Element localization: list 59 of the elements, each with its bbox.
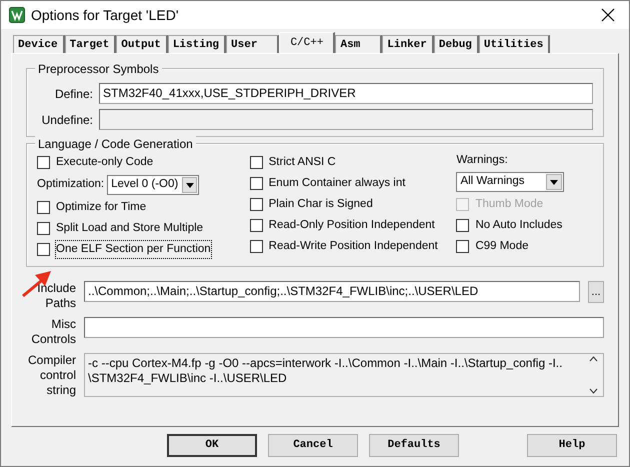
checkbox[interactable] [37,222,50,235]
window-title: Options for Target 'LED' [31,6,178,25]
tab[interactable]: Linker [382,35,434,53]
checkbox-label: Execute-only Code [56,154,154,170]
optimization-label: Optimization: [37,177,104,192]
checkbox[interactable] [250,156,263,169]
tab[interactable]: User [226,35,280,53]
tab[interactable]: Device [13,35,65,53]
checkbox-label: Strict ANSI C [268,154,336,170]
checkbox-label: Read-Write Position Independent [268,238,438,254]
define-label: Define: [54,86,93,102]
checkbox-label: Enum Container always int [268,176,406,191]
dialog-button[interactable]: OK [167,434,257,457]
checkbox-label: No Auto Includes [475,218,562,233]
checkbox-label: Thumb Mode [475,196,544,212]
checkbox-label: Optimize for Time [56,200,146,215]
close-icon[interactable] [601,8,615,22]
tab[interactable]: Target [64,35,116,53]
tab[interactable]: Asm [335,35,382,53]
define-field[interactable]: STM32F40_41xxx,USE_STDPERIPH_DRIVER [99,83,593,104]
misc-controls-field[interactable] [84,317,604,338]
checkbox[interactable] [456,219,470,232]
checkbox-label: Split Load and Store Multiple [56,220,204,236]
scroll-up-icon[interactable] [588,356,598,362]
group-title: Language / Code Generation [35,135,196,153]
browse-button[interactable]: ... [588,281,604,303]
tab[interactable]: Debug [434,35,479,53]
checkbox[interactable] [456,240,470,253]
checkbox[interactable] [250,177,263,190]
checkbox[interactable] [37,201,50,214]
include-paths-label: Include Paths [36,281,76,311]
caret-icon [186,182,194,188]
tab[interactable]: Output [116,35,168,53]
compiler-string-label: Compiler control string [26,353,76,398]
dialog-button[interactable]: Help [527,434,617,457]
dropdown[interactable]: All Warnings [456,172,564,192]
undefine-label: Undefine: [40,112,93,128]
checkbox[interactable] [250,219,263,232]
tab[interactable]: Utilities [478,35,550,53]
checkbox[interactable] [37,156,50,169]
checkbox-label: One ELF Section per Function [56,240,211,258]
dialog-button[interactable]: Cancel [268,434,358,457]
dropdown[interactable]: Level 0 (-O0) [107,175,200,195]
include-paths-field[interactable]: ..\Common;..\Main;..\Startup_config;..\STM32F4_FWLIB\inc;..\USER\LED [84,281,580,302]
checkbox-label: C99 Mode [475,238,528,254]
caret-icon [550,180,558,184]
dialog-button[interactable]: Defaults [369,434,459,457]
compiler-string-text: -c --cpu Cortex-M4.fp -g -O0 --apcs=interwork -I..\Common -I..\Main -I..\Startup_config -I.. \STM32F4_FWLIB\inc -I..\USER\LED [88,356,562,387]
app-icon [9,7,25,23]
checkbox[interactable] [250,240,263,253]
tab[interactable]: C/C++ [279,32,336,53]
scroll-down-icon[interactable] [588,388,598,394]
checkbox[interactable] [37,243,50,256]
warnings-label: Warnings: [456,153,508,168]
checkbox-label: Read-Only Position Independent [268,218,435,233]
checkbox[interactable] [250,198,263,211]
misc-controls-label: Misc Controls [30,317,76,347]
tab[interactable]: Listing [168,35,226,53]
checkbox-label: Plain Char is Signed [268,196,373,212]
